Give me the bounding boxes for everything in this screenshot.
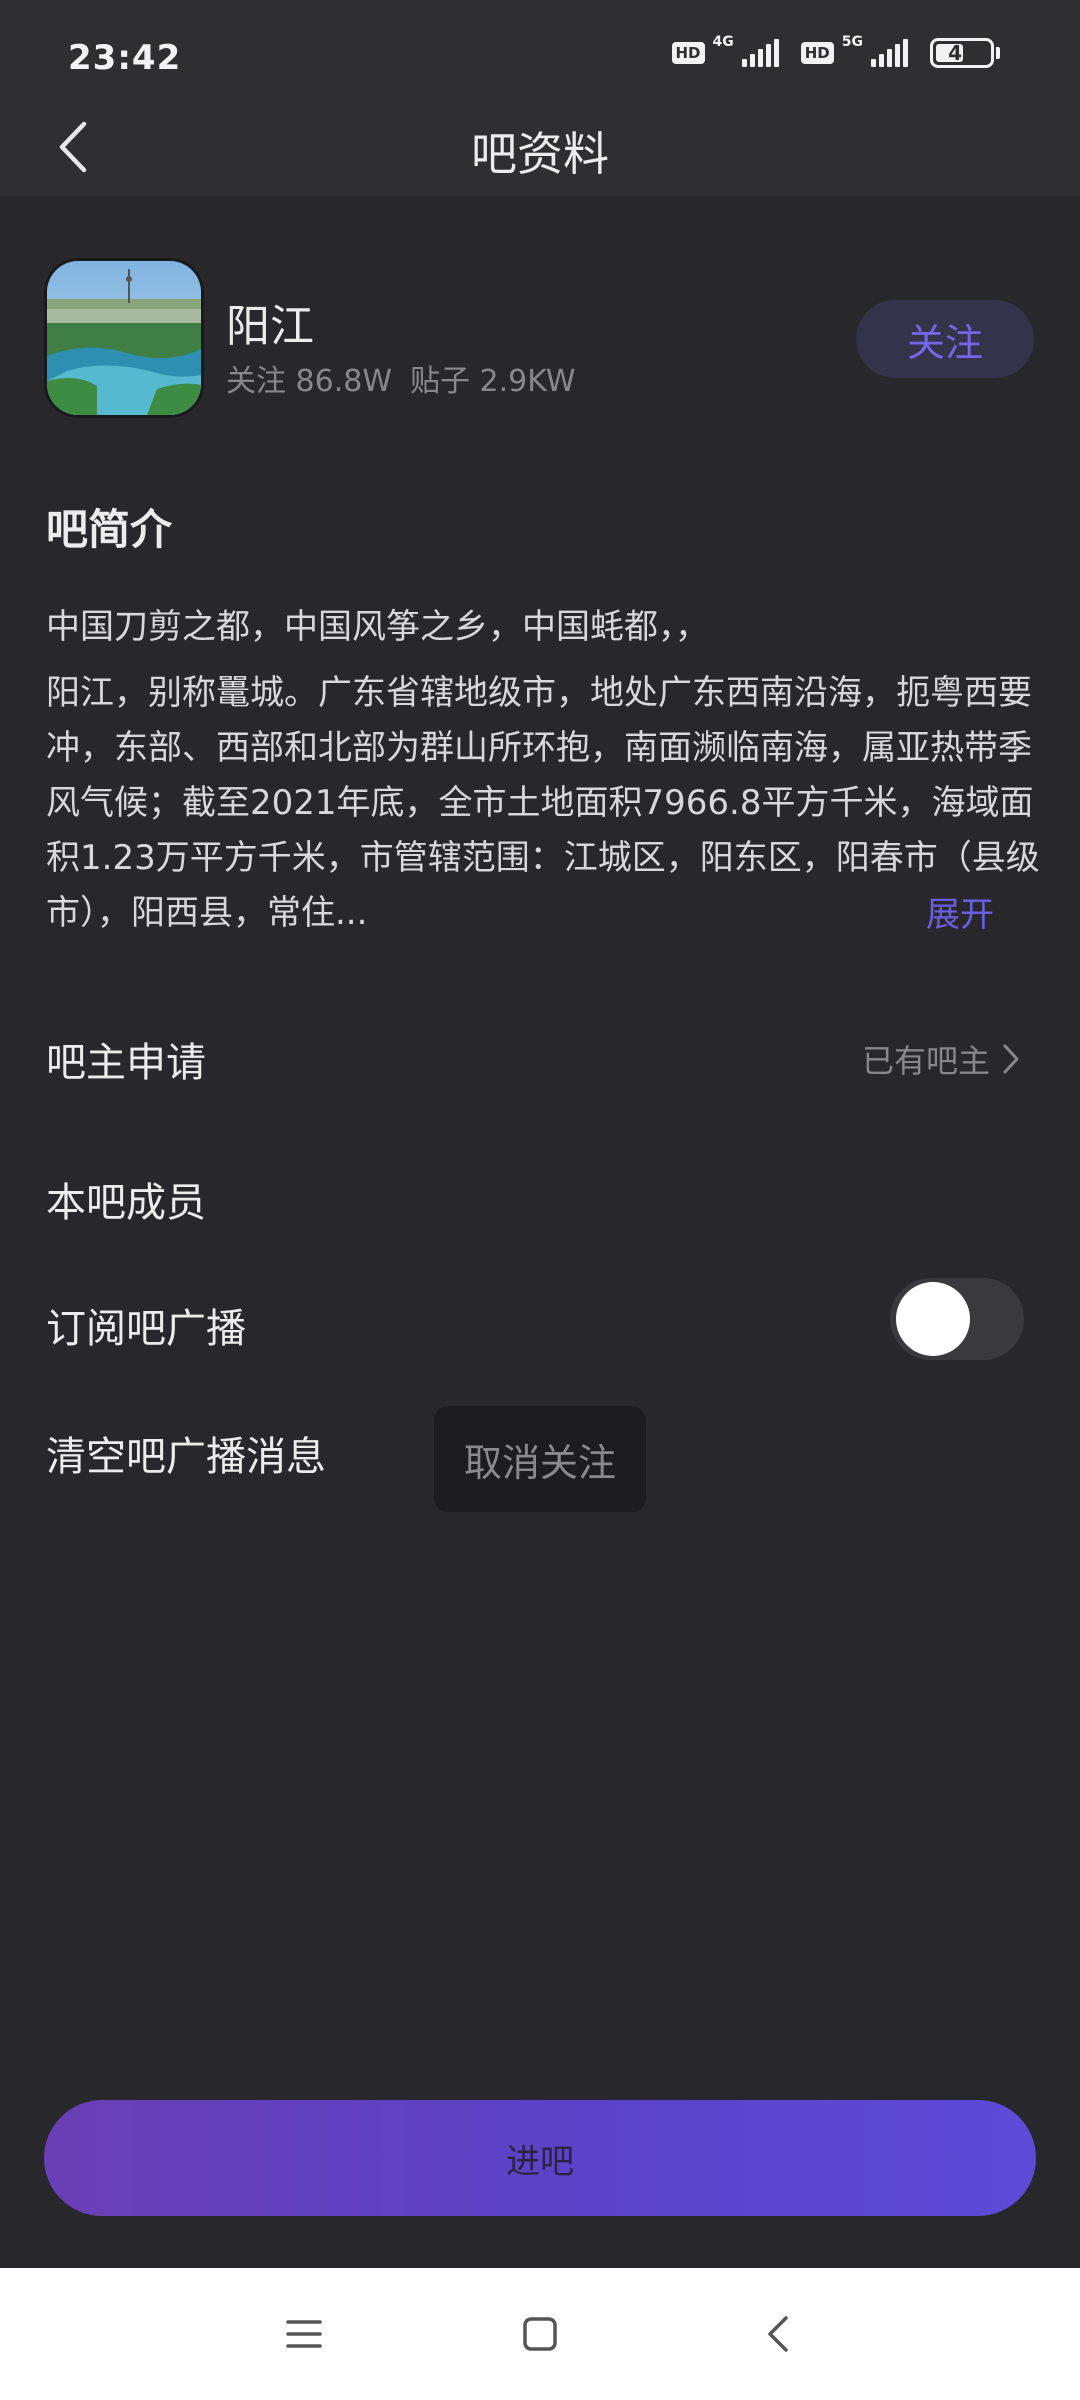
members-row[interactable]: 本吧成员: [0, 1146, 1080, 1246]
bar-avatar[interactable]: [44, 258, 204, 418]
toggle-knob: [896, 1282, 970, 1356]
battery-icon: 46: [930, 38, 1000, 68]
subscribe-toggle[interactable]: [890, 1278, 1024, 1360]
network-type-label: 4G: [712, 34, 734, 50]
owner-apply-value: 已有吧主: [862, 1036, 1022, 1082]
subscribe-row: 订阅吧广播: [0, 1272, 1080, 1372]
signal-strength-icon: [871, 39, 908, 67]
intro-title: 吧简介: [46, 505, 173, 554]
expand-link[interactable]: 展开: [924, 888, 994, 943]
bar-name: 阳江: [226, 301, 314, 352]
owner-apply-label: 吧主申请: [46, 1040, 206, 1086]
battery-level: 46: [948, 41, 976, 65]
status-time: 23:42: [68, 38, 182, 78]
status-bar: 23:42 HD 4G HD 5G 46: [0, 0, 1080, 98]
subscribe-label: 订阅吧广播: [46, 1306, 246, 1352]
hd-badge-icon: HD: [671, 42, 705, 64]
signal-strength-icon: [741, 39, 779, 67]
enter-bar-button[interactable]: 进吧: [44, 2100, 1036, 2216]
owner-status: 已有吧主: [861, 1042, 990, 1080]
avatar-image: [47, 261, 201, 415]
page-title: 吧资料: [471, 127, 609, 181]
menu-icon[interactable]: [282, 2312, 326, 2356]
clear-broadcast-label: 清空吧广播消息: [46, 1434, 326, 1480]
intro-body: 阳江，别称鼍城。广东省辖地级市，地处广东西南沿海，扼粤西要冲，东部、西部和北部为…: [46, 673, 1040, 933]
hd-badge-icon: HD: [800, 42, 834, 64]
members-label: 本吧成员: [46, 1180, 206, 1226]
posts-count: 贴子 2.9KW: [410, 364, 576, 399]
followers-count: 关注 86.8W: [226, 364, 392, 399]
bar-stats: 关注 86.8W 贴子 2.9KW: [226, 356, 576, 400]
home-square-icon[interactable]: [518, 2312, 562, 2356]
back-icon[interactable]: [758, 2312, 802, 2356]
toast-message: 取消关注: [434, 1406, 646, 1512]
follow-button[interactable]: 关注: [856, 300, 1034, 378]
system-nav-bar: [0, 2268, 1080, 2400]
network-type-label: 5G: [841, 34, 863, 50]
status-icons: HD 4G HD 5G 46: [671, 34, 1000, 68]
chevron-right-icon: [1003, 1044, 1019, 1074]
intro-tagline: 中国刀剪之都，中国风筝之乡，中国蚝都，，: [46, 607, 709, 647]
title-bar: 吧资料: [0, 98, 1080, 196]
owner-apply-row[interactable]: 吧主申请 已有吧主: [0, 1006, 1080, 1106]
